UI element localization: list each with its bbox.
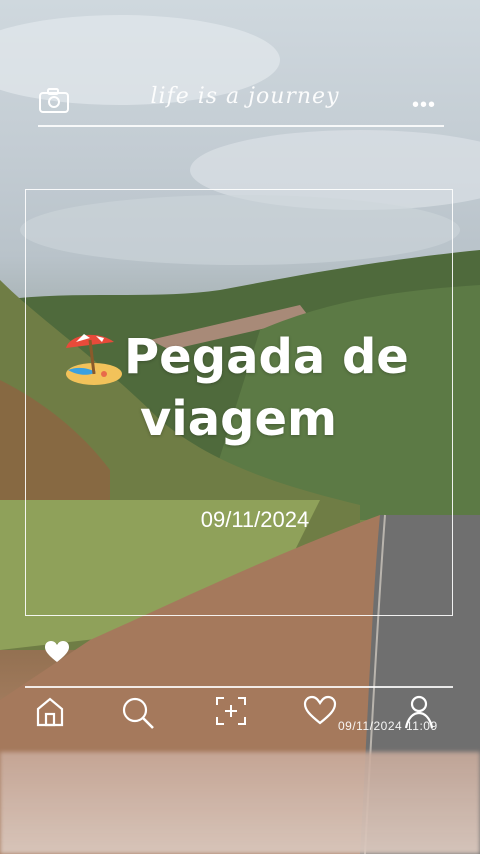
title-line-1: Pegada de (124, 329, 409, 385)
camera-icon[interactable] (38, 88, 70, 119)
more-dots-icon[interactable]: ••• (412, 94, 436, 117)
top-divider (38, 125, 444, 127)
timestamp: 09/11/2024 11:09 (338, 719, 438, 733)
bottom-divider (25, 686, 453, 688)
post-title: Pegada de viagem (60, 326, 460, 450)
home-icon[interactable] (34, 695, 66, 732)
app-tagline: life is a journey (150, 84, 340, 109)
app-screen: life is a journey ••• Pegada de viagem 0… (0, 0, 480, 854)
heart-outline-icon[interactable] (302, 695, 338, 732)
title-line-2: viagem (140, 391, 338, 447)
blurred-strip (0, 752, 480, 854)
beach-umbrella-icon (60, 326, 124, 388)
add-photo-icon[interactable] (214, 695, 248, 732)
search-icon[interactable] (120, 695, 156, 736)
post-date: 09/11/2024 (200, 507, 310, 532)
heart-icon[interactable] (44, 640, 70, 669)
